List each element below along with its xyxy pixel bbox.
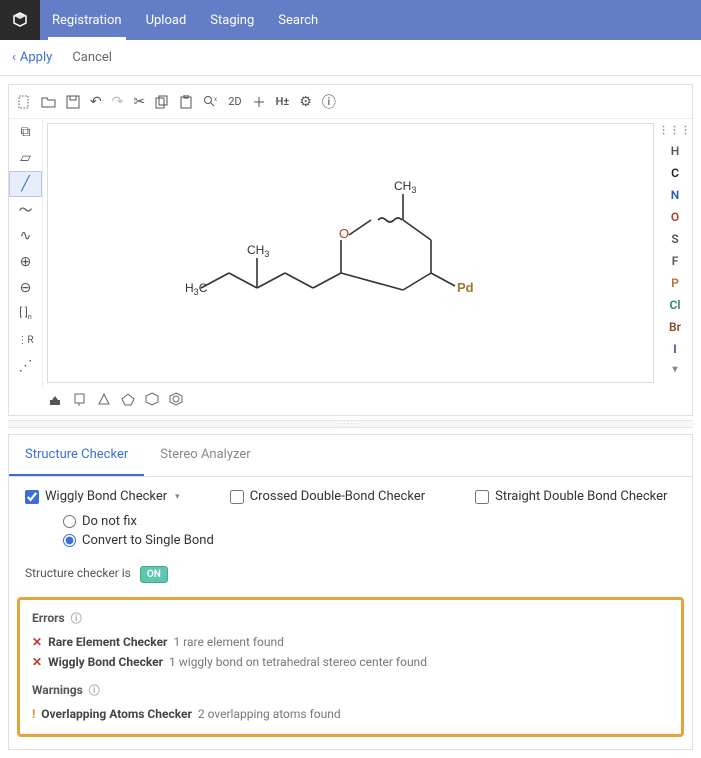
zoom-tool-icon[interactable]: x (203, 95, 218, 109)
result-line: ✕ Wiggly Bond Checker 1 wiggly bond on tet… (32, 652, 669, 672)
crossed-double-bond-checkbox[interactable]: Crossed Double-Bond Checker (230, 489, 425, 504)
element-h[interactable]: H (671, 144, 680, 158)
top-toolbar: ↶ ↷ ✂ x 2D H± ⚙ ⓘ (9, 85, 692, 119)
element-p[interactable]: P (671, 276, 679, 290)
warning-icon: ! (32, 707, 35, 721)
plus-tool[interactable]: ⊕ (9, 249, 42, 275)
result-line: ! Overlapping Atoms Checker 2 overlapping … (32, 704, 669, 724)
nav-upload[interactable]: Upload (134, 0, 199, 40)
radio-convert-single[interactable]: Convert to Single Bond (63, 533, 676, 548)
radio-do-not-fix[interactable]: Do not fix (63, 514, 676, 529)
structure-canvas[interactable]: H3C CH3 CH3 O Pd (47, 123, 654, 383)
brackets-tool[interactable]: [ ]n (9, 301, 42, 327)
editor-panel: ↶ ↷ ✂ x 2D H± ⚙ ⓘ ⧉▱╱〜∿⊕⊖[ ]n⋮R⋰ (8, 84, 693, 416)
wiggly-bond-checkbox[interactable]: Wiggly Bond Checker▾ (25, 489, 180, 504)
tab-structure-checker[interactable]: Structure Checker (9, 435, 144, 476)
result-name: Wiggly Bond Checker (48, 655, 163, 669)
template-cyclopropane-icon[interactable] (73, 392, 87, 410)
result-name: Overlapping Atoms Checker (41, 707, 192, 721)
svg-text:H3C: H3C (185, 281, 208, 297)
error-icon: ✕ (32, 655, 42, 669)
element-f[interactable]: F (672, 254, 679, 268)
warnings-heading: Warningsⓘ (32, 682, 669, 698)
zigzag-tool[interactable]: ∿ (9, 223, 42, 249)
svg-text:O: O (339, 226, 349, 241)
template-benzene-icon[interactable] (49, 392, 63, 410)
svg-text:Pd: Pd (457, 280, 474, 295)
element-i[interactable]: I (673, 342, 676, 356)
clean-3d-icon[interactable] (252, 96, 266, 108)
nav-staging[interactable]: Staging (198, 0, 266, 40)
element-o[interactable]: O (671, 210, 679, 224)
cancel-button[interactable]: Cancel (72, 50, 112, 65)
chain-tool[interactable]: 〜 (9, 197, 42, 223)
nav-search[interactable]: Search (266, 0, 330, 40)
results-box: Errorsⓘ ✕ Rare Element Checker 1 rare elem… (17, 597, 684, 737)
new-icon[interactable] (17, 95, 31, 109)
element-n[interactable]: N (671, 188, 680, 202)
result-msg: 2 overlapping atoms found (198, 707, 341, 721)
open-icon[interactable] (41, 95, 56, 109)
result-msg: 1 rare element found (173, 635, 283, 649)
template-cyclobutane-icon[interactable] (97, 392, 111, 410)
save-icon[interactable] (66, 95, 80, 109)
clean-2d-icon[interactable]: 2D (228, 95, 241, 108)
element-c[interactable]: C (671, 166, 679, 180)
error-icon: ✕ (32, 635, 42, 649)
select-tool[interactable]: ⧉ (9, 119, 42, 145)
cut-icon[interactable]: ✂ (133, 94, 145, 110)
result-name: Rare Element Checker (48, 635, 167, 649)
nav-registration[interactable]: Registration (40, 0, 134, 40)
hydrogen-icon[interactable]: H± (276, 95, 290, 108)
info-icon[interactable]: ⓘ (322, 92, 336, 112)
svg-text:CH3: CH3 (247, 243, 269, 259)
undo-icon[interactable]: ↶ (90, 94, 102, 110)
svg-text:x: x (214, 97, 217, 103)
palette-drag-icon: ⋮⋮⋮ (659, 125, 692, 136)
left-toolbar: ⧉▱╱〜∿⊕⊖[ ]n⋮R⋰ (9, 119, 43, 387)
top-nav: RegistrationUploadStagingSearch (0, 0, 701, 40)
element-br[interactable]: Br (669, 320, 681, 334)
svg-text:CH3: CH3 (394, 179, 416, 195)
bottom-toolbar (9, 387, 692, 415)
misc-tool[interactable]: ⋰ (9, 353, 42, 379)
info-icon[interactable]: ⓘ (71, 610, 82, 626)
straight-double-bond-checkbox[interactable]: Straight Double Bond Checker (475, 489, 667, 504)
redo-icon[interactable]: ↷ (112, 94, 124, 110)
template-cyclopentane-icon[interactable] (121, 392, 135, 410)
template-cyclohexane-icon[interactable] (145, 392, 159, 410)
template-benzene2-icon[interactable] (169, 392, 183, 410)
molecule-drawing: H3C CH3 CH3 O Pd (181, 168, 521, 338)
chevron-down-icon[interactable]: ▾ (175, 492, 180, 502)
result-msg: 1 wiggly bond on tetrahedral stereo cent… (169, 655, 427, 669)
tab-stereo-analyzer[interactable]: Stereo Analyzer (144, 435, 266, 476)
element-palette: ⋮⋮⋮ HCNOSFP Cl Br I ▾ (658, 119, 692, 387)
minus-tool[interactable]: ⊖ (9, 275, 42, 301)
element-cl[interactable]: Cl (670, 298, 681, 312)
eraser-tool[interactable]: ▱ (9, 145, 42, 171)
checker-on-toggle[interactable]: ON (140, 566, 168, 583)
errors-heading: Errorsⓘ (32, 610, 669, 626)
paste-icon[interactable] (179, 95, 193, 109)
panel-resizer[interactable]: :::::: (8, 420, 693, 428)
settings-icon[interactable]: ⚙ (299, 94, 312, 110)
checker-panel: Structure Checker Stereo Analyzer Wiggly… (8, 434, 693, 750)
apply-button[interactable]: ‹ Apply (12, 50, 52, 65)
r-group-tool[interactable]: ⋮R (9, 327, 42, 353)
checker-toggle-row: Structure checker is ON (9, 556, 692, 593)
result-line: ✕ Rare Element Checker 1 rare element foun… (32, 632, 669, 652)
info-icon[interactable]: ⓘ (89, 682, 100, 698)
app-logo[interactable] (0, 0, 40, 40)
bond-tool[interactable]: ╱ (9, 171, 42, 197)
copy-icon[interactable] (155, 95, 169, 109)
action-bar: ‹ Apply Cancel (0, 40, 701, 76)
element-s[interactable]: S (671, 232, 678, 246)
element-more-icon[interactable]: ▾ (672, 364, 677, 375)
